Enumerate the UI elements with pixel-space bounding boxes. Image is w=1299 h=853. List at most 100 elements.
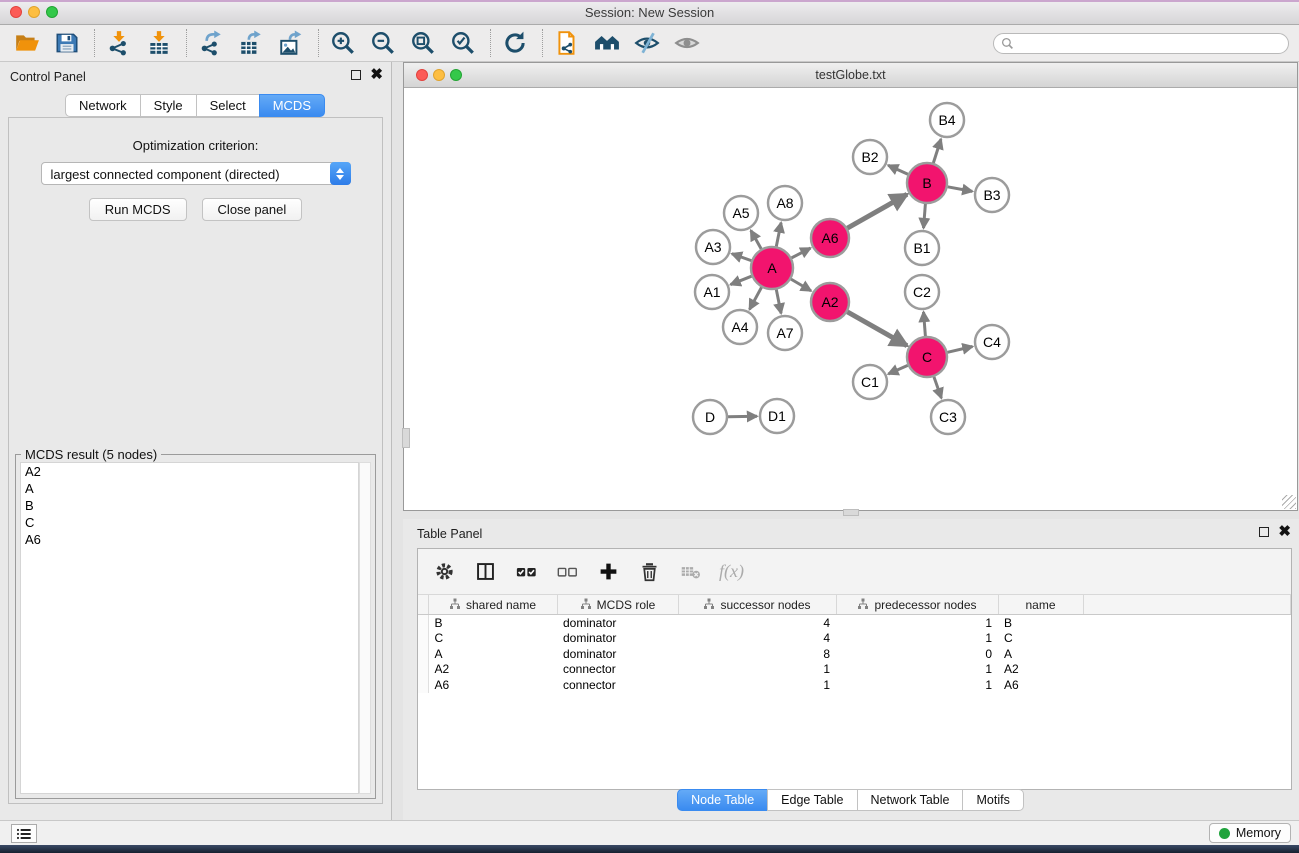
close-panel-icon[interactable]: ✖ — [1278, 527, 1291, 537]
tab-motifs[interactable]: Motifs — [962, 789, 1023, 811]
close-panel-button[interactable]: Close panel — [202, 198, 303, 221]
graph-edge-A-A6[interactable] — [792, 248, 811, 258]
cell-predecessor-nodes[interactable]: 1 — [836, 662, 998, 678]
cell-mcds-role[interactable]: connector — [557, 677, 678, 693]
column-view-icon[interactable] — [473, 560, 497, 584]
cell-mcds-role[interactable]: dominator — [557, 646, 678, 662]
graph-edge-C-C4[interactable] — [947, 346, 972, 352]
graph-node-C4[interactable]: C4 — [975, 325, 1009, 359]
graph-edge-A-A1[interactable] — [731, 276, 752, 284]
tab-node-table[interactable]: Node Table — [677, 789, 768, 811]
search-input[interactable] — [1018, 37, 1288, 51]
search-field[interactable] — [993, 33, 1289, 54]
cell-successor-nodes[interactable]: 8 — [678, 646, 836, 662]
export-image-icon[interactable] — [276, 28, 306, 58]
graph-node-C1[interactable]: C1 — [853, 365, 887, 399]
cell-predecessor-nodes[interactable]: 1 — [836, 615, 998, 631]
cell-predecessor-nodes[interactable]: 1 — [836, 677, 998, 693]
tab-select[interactable]: Select — [196, 94, 260, 117]
import-network-icon[interactable] — [104, 28, 134, 58]
mcds-result-list[interactable]: A2ABCA6 — [20, 462, 359, 794]
float-panel-icon[interactable] — [1259, 527, 1269, 537]
table-row[interactable]: Cdominator41C — [418, 630, 1291, 646]
run-mcds-button[interactable]: Run MCDS — [89, 198, 187, 221]
cell-predecessor-nodes[interactable]: 1 — [836, 630, 998, 646]
cell-name[interactable]: C — [998, 630, 1083, 646]
export-table-icon[interactable] — [236, 28, 266, 58]
cell-name[interactable]: A — [998, 646, 1083, 662]
mcds-result-item[interactable]: B — [21, 497, 358, 514]
optimization-criterion-select[interactable]: largest connected component (directed) — [41, 162, 351, 185]
graph-edge-B-B2[interactable] — [888, 165, 908, 174]
tab-mcds[interactable]: MCDS — [259, 94, 325, 117]
graph-node-C[interactable]: C — [907, 337, 947, 377]
table-row[interactable]: Bdominator41B — [418, 615, 1291, 631]
memory-button[interactable]: Memory — [1209, 823, 1291, 843]
column-header-predecessor-nodes[interactable]: predecessor nodes — [836, 595, 998, 615]
graph-edge-C-C1[interactable] — [888, 365, 907, 374]
cell-successor-nodes[interactable]: 1 — [678, 677, 836, 693]
network-window-titlebar[interactable]: testGlobe.txt — [404, 63, 1297, 88]
graph-node-A3[interactable]: A3 — [696, 230, 730, 264]
graph-edge-A-A2[interactable] — [791, 279, 811, 291]
add-column-icon[interactable] — [596, 560, 620, 584]
hide-eye-icon[interactable] — [632, 28, 662, 58]
column-header-successor-nodes[interactable]: successor nodes — [678, 595, 836, 615]
tab-network-table[interactable]: Network Table — [857, 789, 964, 811]
cell-successor-nodes[interactable]: 1 — [678, 662, 836, 678]
delete-column-trash-icon[interactable] — [637, 560, 661, 584]
zoom-selected-icon[interactable] — [448, 28, 478, 58]
new-network-from-file-icon[interactable] — [552, 28, 582, 58]
cell-successor-nodes[interactable]: 4 — [678, 615, 836, 631]
graph-node-A5[interactable]: A5 — [724, 196, 758, 230]
graph-node-A7[interactable]: A7 — [768, 316, 802, 350]
select-all-icon[interactable] — [514, 560, 538, 584]
graph-edge-B-B1[interactable] — [924, 204, 926, 228]
graph-node-C2[interactable]: C2 — [905, 275, 939, 309]
save-session-icon[interactable] — [52, 28, 82, 58]
network-canvas[interactable]: AA1A2A3A4A5A6A7A8BB1B2B3B4CC1C2C3C4DD1 — [404, 88, 1297, 510]
cell-mcds-role[interactable]: dominator — [557, 630, 678, 646]
cell-name[interactable]: A2 — [998, 662, 1083, 678]
splitter-handle-left[interactable] — [402, 428, 410, 448]
tab-edge-table[interactable]: Edge Table — [767, 789, 857, 811]
graph-edge-A-A7[interactable] — [776, 290, 781, 314]
home-icon[interactable] — [592, 28, 622, 58]
graph-node-B3[interactable]: B3 — [975, 178, 1009, 212]
cell-shared-name[interactable]: A2 — [428, 662, 557, 678]
column-header-shared-name[interactable]: shared name — [428, 595, 557, 615]
import-table-icon[interactable] — [144, 28, 174, 58]
graph-edge-A-A8[interactable] — [776, 223, 781, 247]
cell-shared-name[interactable]: A6 — [428, 677, 557, 693]
zoom-out-icon[interactable] — [368, 28, 398, 58]
table-row[interactable]: A2connector11A2 — [418, 662, 1291, 678]
graph-node-D[interactable]: D — [693, 400, 727, 434]
open-session-icon[interactable] — [12, 28, 42, 58]
table-row[interactable]: Adominator80A — [418, 646, 1291, 662]
tab-style[interactable]: Style — [140, 94, 197, 117]
graph-node-A2[interactable]: A2 — [811, 283, 849, 321]
graph-node-A4[interactable]: A4 — [723, 310, 757, 344]
graph-node-B[interactable]: B — [907, 163, 947, 203]
refresh-icon[interactable] — [500, 28, 530, 58]
cell-name[interactable]: A6 — [998, 677, 1083, 693]
show-eye-icon[interactable] — [672, 28, 702, 58]
mcds-result-scrollbar[interactable] — [359, 462, 371, 794]
graph-node-B2[interactable]: B2 — [853, 140, 887, 174]
graph-edge-A6-B[interactable] — [847, 194, 907, 228]
cell-shared-name[interactable]: A — [428, 646, 557, 662]
zoom-in-icon[interactable] — [328, 28, 358, 58]
cell-successor-nodes[interactable]: 4 — [678, 630, 836, 646]
zoom-fit-icon[interactable] — [408, 28, 438, 58]
graph-edge-A-A5[interactable] — [751, 230, 761, 248]
cell-shared-name[interactable]: B — [428, 615, 557, 631]
graph-node-A[interactable]: A — [751, 247, 793, 289]
float-panel-icon[interactable] — [351, 70, 361, 80]
mcds-result-item[interactable]: C — [21, 514, 358, 531]
close-panel-icon[interactable]: ✖ — [370, 70, 383, 80]
cell-mcds-role[interactable]: dominator — [557, 615, 678, 631]
graph-edge-C-C3[interactable] — [934, 377, 941, 398]
table-row[interactable]: A6connector11A6 — [418, 677, 1291, 693]
graph-node-A8[interactable]: A8 — [768, 186, 802, 220]
mcds-result-item[interactable]: A — [21, 480, 358, 497]
